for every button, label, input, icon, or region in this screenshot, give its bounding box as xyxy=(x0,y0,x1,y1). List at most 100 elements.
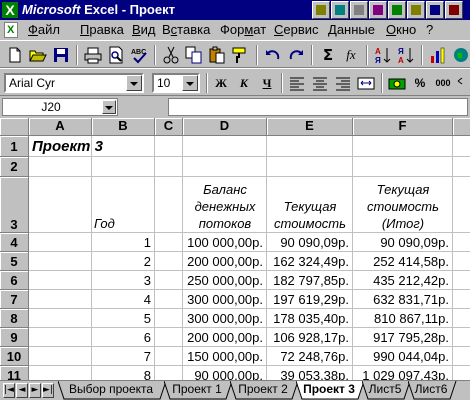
cell-g10[interactable] xyxy=(453,347,470,366)
cell-f5[interactable]: 252 414,58р. xyxy=(353,252,453,271)
cell-c2[interactable] xyxy=(155,157,183,177)
cell-c10[interactable] xyxy=(155,347,183,366)
cell-d1[interactable] xyxy=(183,136,267,157)
cell-b5[interactable]: 2 xyxy=(92,252,155,271)
cell-a6[interactable] xyxy=(29,271,92,290)
cell-c8[interactable] xyxy=(155,309,183,328)
underline-button[interactable]: Ч xyxy=(256,73,278,94)
spelling-button[interactable]: ABC xyxy=(128,44,150,66)
cell-b11[interactable]: 8 xyxy=(92,366,155,380)
cell-g3[interactable] xyxy=(453,177,470,233)
menu-format[interactable]: Формат xyxy=(220,23,266,37)
cell-d9[interactable]: 200 000,00р. xyxy=(183,328,267,347)
shortcut-3-icon[interactable] xyxy=(350,1,368,19)
cell-f6[interactable]: 435 212,42р. xyxy=(353,271,453,290)
sheet-tab[interactable]: Проект 3 xyxy=(296,381,365,400)
cell-a10[interactable] xyxy=(29,347,92,366)
cell-e11[interactable]: 39 053,38р. xyxy=(267,366,353,380)
autosum-button[interactable]: Σ xyxy=(317,44,339,66)
cell-e1[interactable] xyxy=(267,136,353,157)
cell-d3[interactable]: Баланс денежных потоков xyxy=(183,177,267,233)
italic-button[interactable]: К xyxy=(233,73,255,94)
bold-button[interactable]: Ж xyxy=(210,73,232,94)
font-size-select[interactable]: 10 xyxy=(152,73,200,93)
menu-data[interactable]: Данные xyxy=(328,23,375,37)
save-button[interactable] xyxy=(50,44,72,66)
cell-g1[interactable] xyxy=(453,136,470,157)
worksheet-grid[interactable]: A B C D E F 1 Проект 3 2 3 Год Баланс денежных… xyxy=(0,118,470,380)
shortcut-7-icon[interactable] xyxy=(426,1,444,19)
column-header-d[interactable]: D xyxy=(183,118,267,136)
cell-c1[interactable] xyxy=(155,136,183,157)
copy-button[interactable] xyxy=(183,44,205,66)
cell-e10[interactable]: 72 248,76р. xyxy=(267,347,353,366)
cell-g7[interactable] xyxy=(453,290,470,309)
cell-e6[interactable]: 182 797,85р. xyxy=(267,271,353,290)
chevron-down-icon[interactable] xyxy=(102,100,116,114)
cell-f7[interactable]: 632 831,71р. xyxy=(353,290,453,309)
cell-g9[interactable] xyxy=(453,328,470,347)
thousands-separator-button[interactable]: 000 xyxy=(432,73,454,94)
cell-d10[interactable]: 150 000,00р. xyxy=(183,347,267,366)
row-header-3[interactable]: 3 xyxy=(0,177,29,233)
cell-e9[interactable]: 106 928,17р. xyxy=(267,328,353,347)
shortcut-2-icon[interactable] xyxy=(331,1,349,19)
cell-d4[interactable]: 100 000,00р. xyxy=(183,233,267,252)
cell-b2[interactable] xyxy=(92,157,155,177)
cell-c9[interactable] xyxy=(155,328,183,347)
cell-g8[interactable] xyxy=(453,309,470,328)
new-button[interactable] xyxy=(4,44,26,66)
chevron-down-icon[interactable] xyxy=(126,75,142,91)
sheet-tab[interactable]: Лист5 xyxy=(362,381,411,400)
row-header-6[interactable]: 6 xyxy=(0,271,29,290)
cut-button[interactable] xyxy=(160,44,182,66)
column-header-g[interactable] xyxy=(453,118,470,136)
sort-ascending-button[interactable]: AЯ xyxy=(372,44,394,66)
paste-button[interactable] xyxy=(206,44,228,66)
shortcut-1-icon[interactable] xyxy=(312,1,330,19)
sheet-tab[interactable]: Проект 1 xyxy=(164,381,233,400)
font-name-select[interactable]: Arial Cyr xyxy=(4,73,144,93)
sheet-tab[interactable]: Выбор проекта xyxy=(58,381,167,400)
cell-c7[interactable] xyxy=(155,290,183,309)
cell-d6[interactable]: 250 000,00р. xyxy=(183,271,267,290)
chart-wizard-button[interactable] xyxy=(427,44,449,66)
cell-e7[interactable]: 197 619,29р. xyxy=(267,290,353,309)
column-header-e[interactable]: E xyxy=(267,118,353,136)
cell-g2[interactable] xyxy=(453,157,470,177)
cell-c11[interactable] xyxy=(155,366,183,380)
cell-g6[interactable] xyxy=(453,271,470,290)
menu-file[interactable]: Файл xyxy=(28,23,60,37)
row-header-1[interactable]: 1 xyxy=(0,136,29,157)
sheet-tab[interactable]: Лист6 xyxy=(408,381,457,400)
row-header-10[interactable]: 10 xyxy=(0,347,29,366)
cell-a8[interactable] xyxy=(29,309,92,328)
menu-window[interactable]: Окно xyxy=(386,23,416,37)
select-all-corner[interactable] xyxy=(0,118,29,136)
cell-a3[interactable] xyxy=(29,177,92,233)
undo-button[interactable] xyxy=(262,44,284,66)
cell-a4[interactable] xyxy=(29,233,92,252)
excel-app-icon[interactable]: X xyxy=(2,2,18,18)
cell-b10[interactable]: 7 xyxy=(92,347,155,366)
cell-e2[interactable] xyxy=(267,157,353,177)
cell-d7[interactable]: 300 000,00р. xyxy=(183,290,267,309)
cell-b9[interactable]: 6 xyxy=(92,328,155,347)
row-header-2[interactable]: 2 xyxy=(0,157,29,177)
cell-a11[interactable] xyxy=(29,366,92,380)
cell-f1[interactable] xyxy=(353,136,453,157)
cell-b1[interactable] xyxy=(92,136,155,157)
map-button[interactable] xyxy=(450,44,470,66)
align-left-button[interactable] xyxy=(286,73,308,94)
menu-tools[interactable]: Сервис xyxy=(274,23,319,37)
cell-c5[interactable] xyxy=(155,252,183,271)
cell-f2[interactable] xyxy=(353,157,453,177)
cell-b3[interactable]: Год xyxy=(92,177,155,233)
chevron-down-icon[interactable] xyxy=(182,75,198,91)
cell-f8[interactable]: 810 867,11р. xyxy=(353,309,453,328)
print-button[interactable] xyxy=(82,44,104,66)
menu-insert[interactable]: Вставка xyxy=(162,23,210,37)
document-control-icon[interactable] xyxy=(4,22,18,38)
menu-edit[interactable]: Правка xyxy=(80,23,124,37)
sheet-tab[interactable]: Проект 2 xyxy=(230,381,299,400)
